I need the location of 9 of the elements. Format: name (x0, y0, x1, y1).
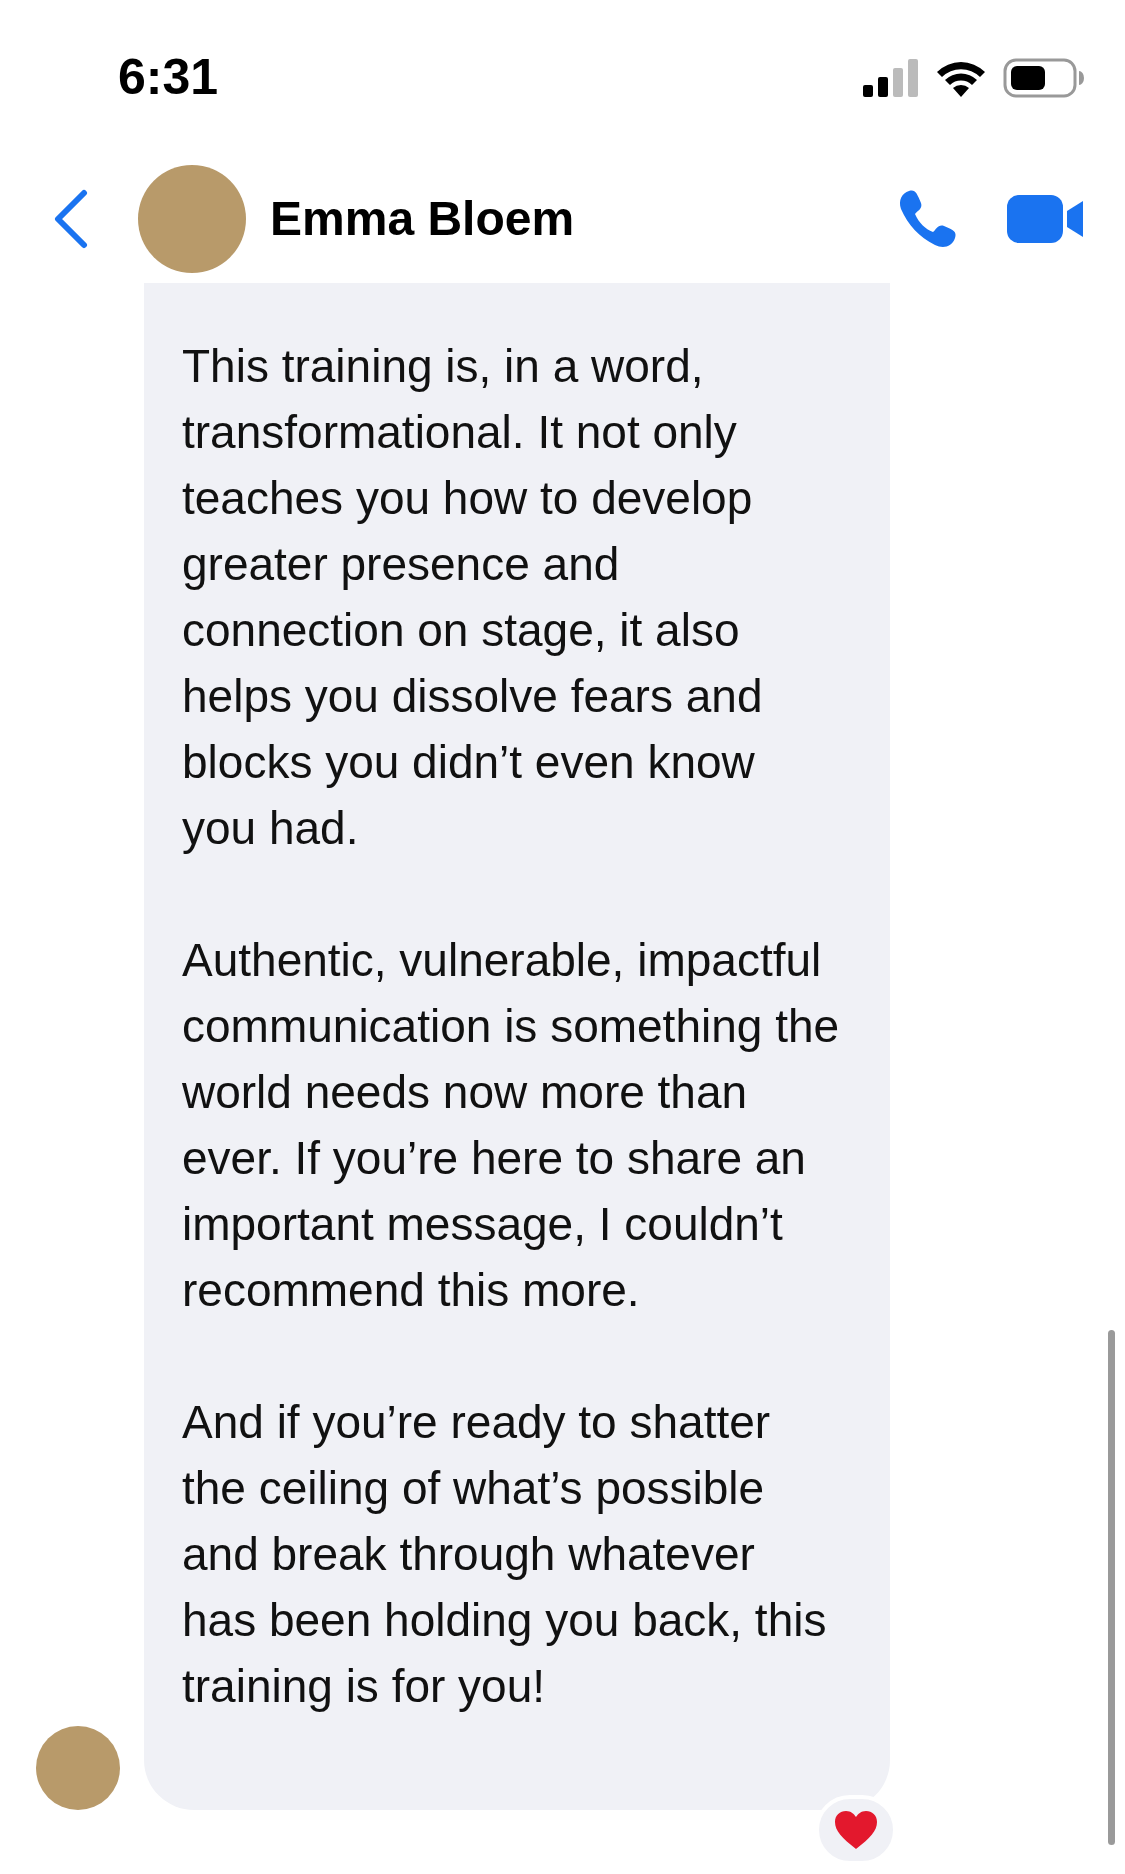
message-text: This training is, in a word, transformational. It not only teaches you how to develop greater presence and connection on stage, it also helps you dissolve fears and blocks you didn’t even know you had. (182, 339, 764, 856)
status-time: 6:31 (118, 48, 219, 107)
signal-icon (863, 58, 919, 97)
contact-name[interactable]: Emma Bloem (270, 183, 895, 255)
message-text: Authentic, vulnerable, impactful communication is something the world needs now more than ever. If you’re here to share an important message, I couldn’t recommend this more. (182, 933, 840, 1318)
battery-icon (1003, 57, 1085, 98)
heart-icon (834, 1810, 878, 1850)
video-icon[interactable] (1007, 193, 1085, 245)
message-text: And if you’re ready to shatter the ceiling of what’s possible and break through whatever has been holding you back, this training is for you! (182, 1395, 828, 1714)
